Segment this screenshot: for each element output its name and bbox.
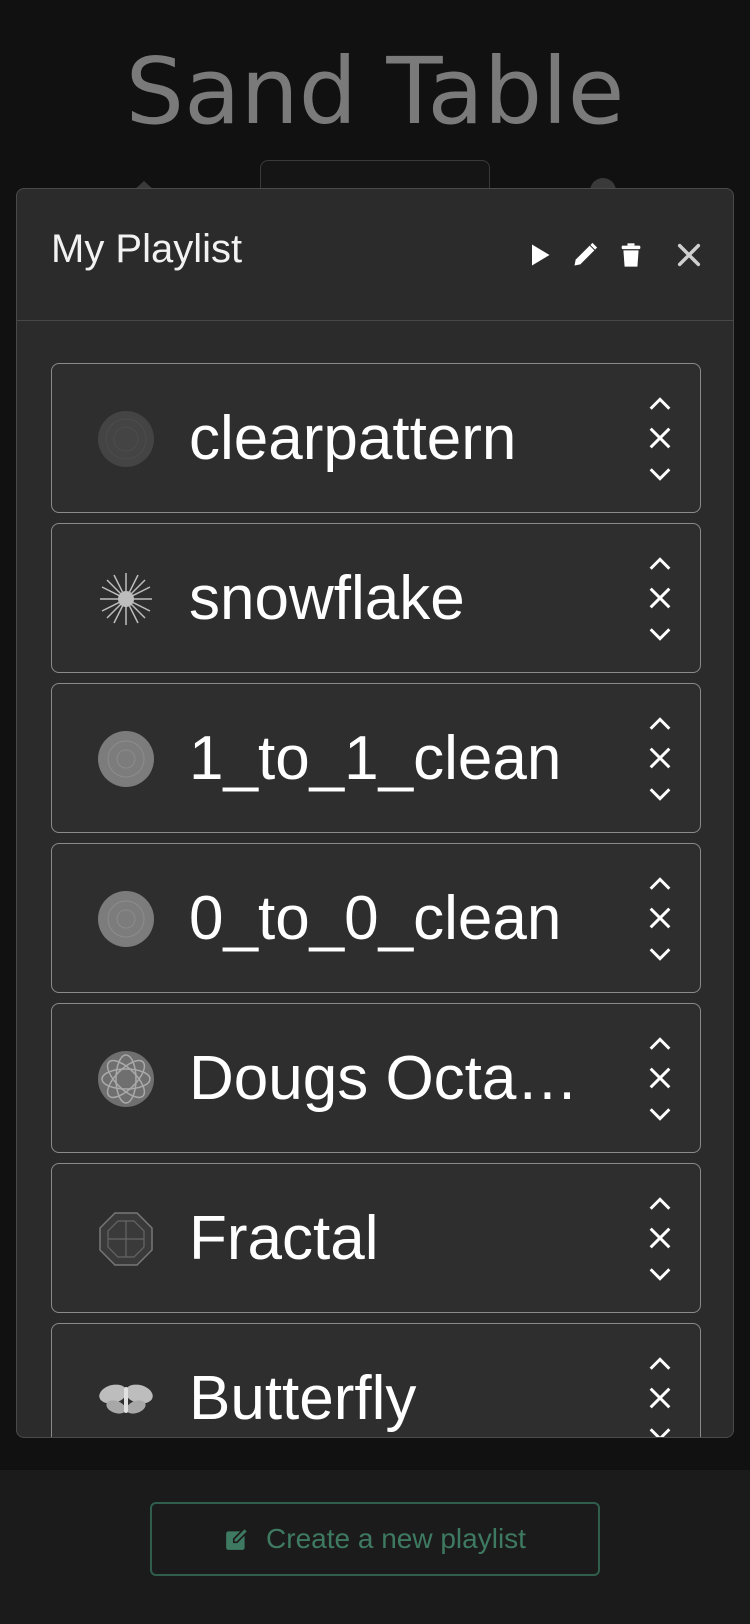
list-item[interactable]: clearpattern [51,363,701,513]
pattern-name: snowflake [189,564,465,633]
pattern-thumbnail [100,573,152,625]
edit-square-icon [226,1527,250,1550]
move-up-icon[interactable] [646,1190,674,1218]
list-item[interactable]: Butterfly [51,1323,701,1438]
pattern-thumbnail [98,1051,154,1107]
close-icon[interactable] [675,241,703,269]
list-item[interactable]: 0_to_0_clean [51,843,701,993]
move-down-icon[interactable] [646,620,674,648]
create-playlist-button[interactable]: Create a new playlist [150,1502,600,1576]
move-up-icon[interactable] [646,710,674,738]
move-up-icon[interactable] [646,550,674,578]
pattern-name: Butterfly [189,1364,417,1433]
move-down-icon[interactable] [646,1420,674,1438]
list-item[interactable]: 1_to_1_clean [51,683,701,833]
move-down-icon[interactable] [646,1260,674,1288]
trash-icon[interactable] [617,241,645,269]
playlist-modal: My Playlist clearpattern snowflake 1_to_… [16,188,734,1438]
pattern-thumbnail [99,1212,153,1266]
pattern-thumbnail [98,411,154,467]
move-down-icon[interactable] [646,460,674,488]
pattern-name: 0_to_0_clean [189,884,562,953]
list-item[interactable]: snowflake [51,523,701,673]
pattern-name: Fractal [189,1204,379,1273]
remove-icon[interactable] [646,1384,674,1412]
list-item[interactable]: Fractal [51,1163,701,1313]
pattern-name: 1_to_1_clean [189,724,562,793]
pencil-icon[interactable] [571,241,599,269]
remove-icon[interactable] [646,584,674,612]
remove-icon[interactable] [646,744,674,772]
modal-header: My Playlist [17,189,733,321]
app-title: Sand Table [125,38,625,145]
move-down-icon[interactable] [646,780,674,808]
sand-table-app: Sand Table Create a new playlist My Play… [0,0,750,1624]
move-down-icon[interactable] [646,940,674,968]
remove-icon[interactable] [646,1224,674,1252]
playlist-items: clearpattern snowflake 1_to_1_clean 0_to… [51,363,701,1438]
remove-icon[interactable] [646,904,674,932]
pattern-thumbnail [98,731,154,787]
play-icon[interactable] [525,241,553,269]
create-playlist-label: Create a new playlist [266,1523,526,1554]
move-up-icon[interactable] [646,390,674,418]
move-up-icon[interactable] [646,870,674,898]
move-up-icon[interactable] [646,1030,674,1058]
playlist-title: My Playlist [51,227,243,271]
pattern-thumbnail [98,891,154,947]
remove-icon[interactable] [646,424,674,452]
pattern-thumbnail [99,1384,153,1414]
remove-icon[interactable] [646,1064,674,1092]
move-up-icon[interactable] [646,1350,674,1378]
list-item[interactable]: Dougs Octa… [51,1003,701,1153]
pattern-name: Dougs Octa… [189,1044,579,1113]
pattern-name: clearpattern [189,404,517,473]
move-down-icon[interactable] [646,1100,674,1128]
